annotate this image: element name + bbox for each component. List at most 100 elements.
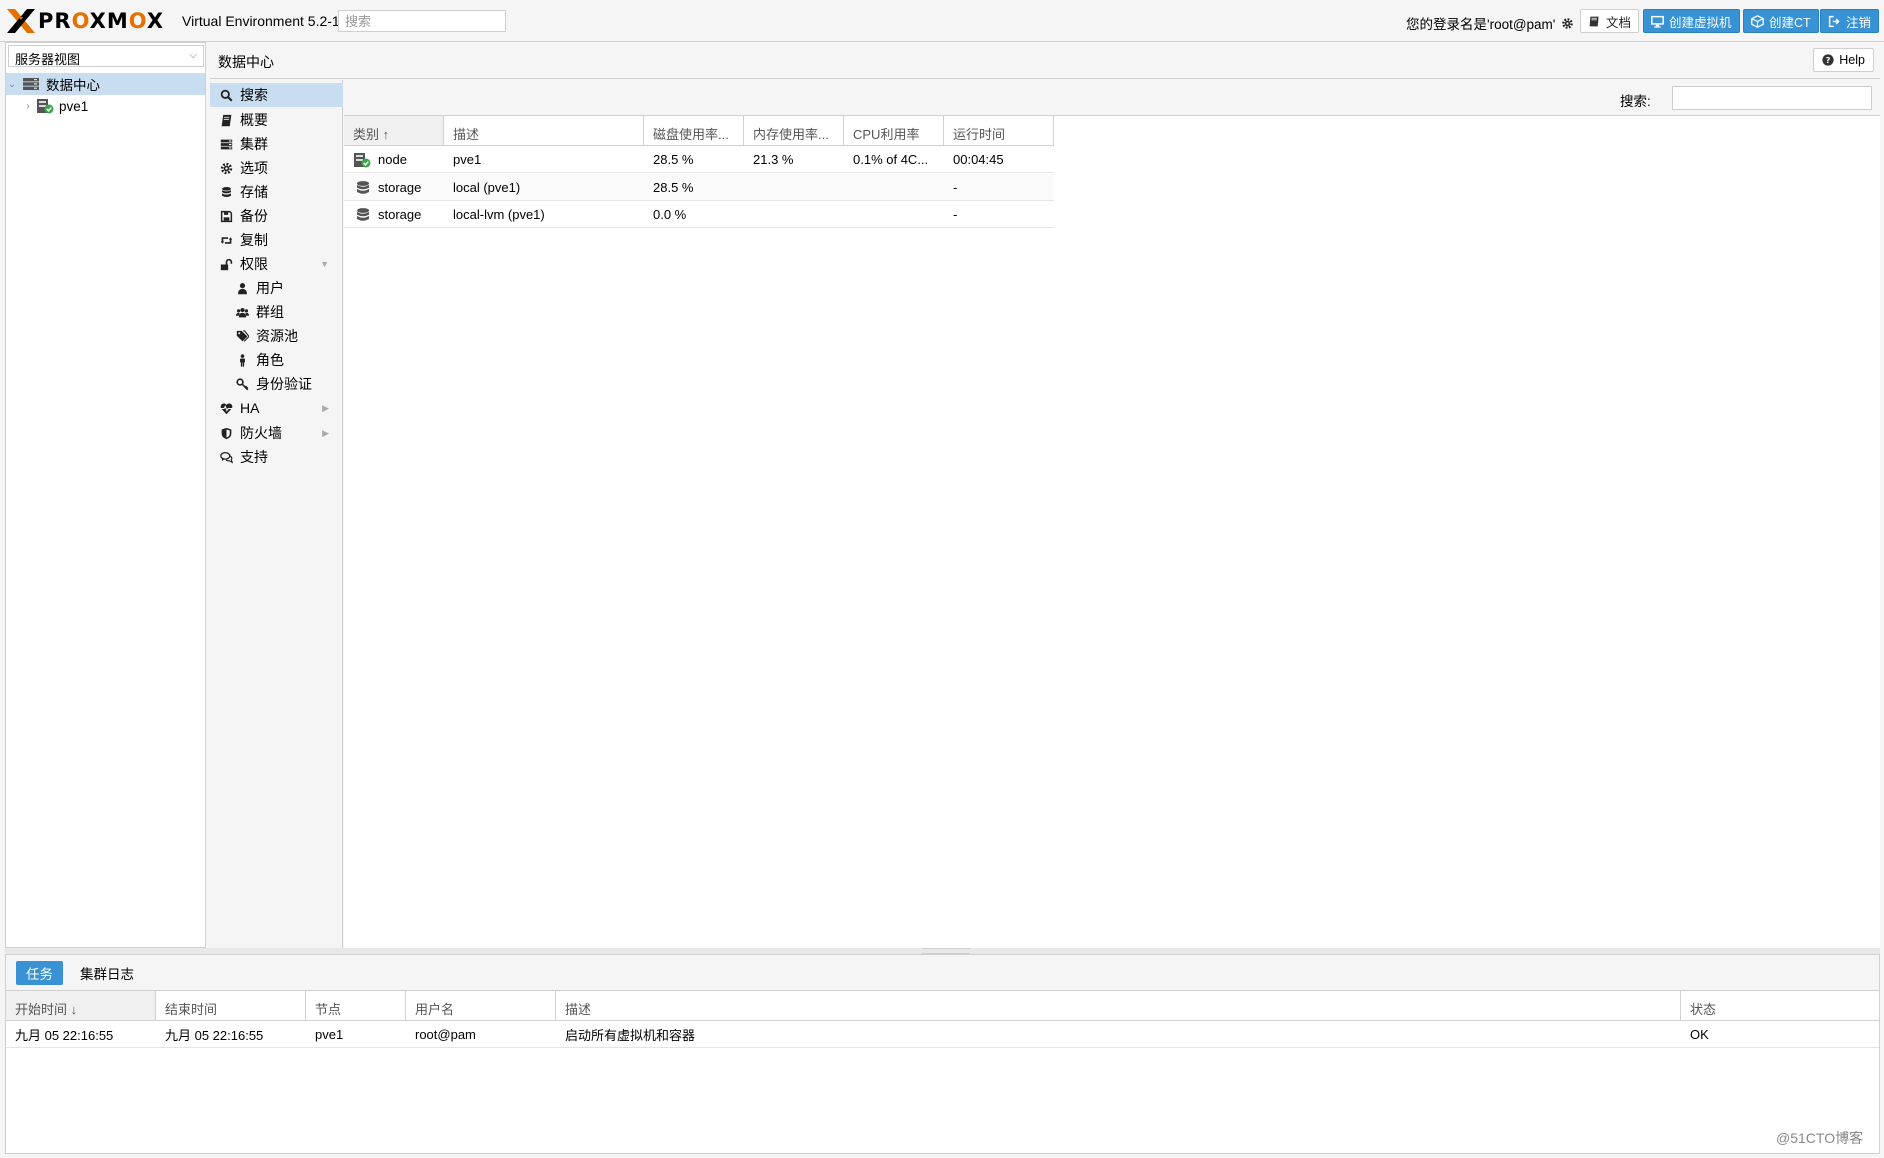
- logo-text-o2: O: [128, 9, 147, 33]
- table-row[interactable]: 九月 05 22:16:55 九月 05 22:16:55 pve1 root@…: [6, 1021, 1879, 1048]
- nav-item-options[interactable]: 选项: [210, 156, 343, 180]
- tree-item-pve1[interactable]: › pve1: [6, 95, 205, 117]
- column-header-user[interactable]: 用户名: [406, 991, 556, 1021]
- nav-item-groups[interactable]: 群组: [210, 300, 343, 324]
- cell-type-text: storage: [378, 180, 422, 195]
- desktop-icon: [1651, 15, 1664, 28]
- search-label: 搜索:: [1620, 94, 1651, 109]
- tab-cluster-log[interactable]: 集群日志: [70, 961, 144, 985]
- column-header-memory-usage[interactable]: 内存使用率...: [744, 116, 844, 146]
- page-title: 数据中心: [218, 54, 274, 70]
- users-icon: [235, 307, 249, 317]
- logo-text-c: X: [146, 9, 165, 33]
- logo-text-a: PR: [38, 9, 72, 33]
- nav-item-roles[interactable]: 角色: [210, 348, 343, 372]
- server-icon: [220, 139, 232, 149]
- column-header-start-time[interactable]: 开始时间 ↓: [6, 991, 156, 1021]
- nav-item-ha[interactable]: HA ▶: [210, 396, 343, 420]
- column-header-disk-usage[interactable]: 磁盘使用率...: [644, 116, 744, 146]
- book-icon: [1589, 16, 1599, 26]
- nav-item-label: 搜索: [240, 87, 268, 103]
- gear-icon[interactable]: [1561, 17, 1574, 30]
- tree-item-datacenter[interactable]: ⌄ 数据中心: [6, 73, 205, 95]
- comments-icon: [219, 451, 233, 463]
- book-icon: [221, 114, 231, 126]
- logo-text-b: XM: [89, 9, 129, 33]
- create-vm-button[interactable]: 创建虚拟机: [1643, 9, 1740, 33]
- logout-button[interactable]: 注销: [1820, 9, 1880, 33]
- create-ct-button-label: 创建CT: [1769, 15, 1811, 30]
- nav-item-pools[interactable]: 资源池: [210, 324, 343, 348]
- global-search-input[interactable]: [338, 10, 506, 32]
- datacenter-icon: [23, 78, 39, 90]
- column-header-uptime[interactable]: 运行时间: [944, 116, 1054, 146]
- cell-type: node: [344, 146, 444, 173]
- nav-item-backup[interactable]: 备份: [210, 204, 343, 228]
- create-ct-button[interactable]: 创建CT: [1743, 9, 1819, 33]
- tree-item-label: 数据中心: [46, 78, 100, 93]
- nav-item-authentication[interactable]: 身份验证: [210, 372, 343, 396]
- caret-right-icon[interactable]: ▶: [322, 428, 329, 439]
- database-icon: [357, 180, 369, 194]
- column-header-end-time[interactable]: 结束时间: [156, 991, 306, 1021]
- cell-description: local (pve1): [453, 180, 521, 195]
- view-select[interactable]: 服务器视图 ⌵: [8, 45, 204, 67]
- cell-memory: [744, 174, 844, 201]
- cell-end-time: 九月 05 22:16:55: [165, 1028, 264, 1043]
- heartbeat-icon: [220, 402, 232, 414]
- caret-right-icon[interactable]: ▶: [322, 403, 329, 414]
- nav-item-summary[interactable]: 概要: [210, 108, 343, 132]
- table-row[interactable]: storage local-lvm (pve1) 0.0 % -: [344, 201, 1054, 228]
- collapse-icon[interactable]: ⌄: [6, 79, 18, 90]
- cell-uptime: -: [953, 180, 958, 195]
- log-tab-bar: 任务 集群日志: [6, 955, 1879, 991]
- resource-tree-panel: 服务器视图 ⌵ ⌄ 数据中心 › pve1: [5, 42, 206, 948]
- node-online-icon: [37, 99, 54, 114]
- nav-item-cluster[interactable]: 集群: [210, 132, 343, 156]
- nav-item-support[interactable]: 支持: [210, 445, 343, 469]
- table-row[interactable]: node pve1 28.5 % 21.3 % 0.1% of 4C... 00…: [344, 146, 1054, 173]
- column-header-description[interactable]: 描述: [556, 991, 1681, 1021]
- cell-cpu: 0.1% of 4C...: [853, 152, 929, 167]
- docs-button-label: 文档: [1606, 15, 1632, 30]
- key-icon: [235, 377, 248, 390]
- cell-disk: 0.0 %: [653, 207, 687, 222]
- table-row[interactable]: storage local (pve1) 28.5 % -: [344, 174, 1054, 201]
- cell-type: storage: [344, 201, 444, 228]
- help-button[interactable]: ? Help: [1813, 48, 1874, 72]
- nav-item-users[interactable]: 用户: [210, 276, 343, 300]
- cell-status: OK: [1690, 1027, 1709, 1042]
- cell-type: storage: [344, 174, 444, 201]
- cell-uptime: -: [953, 207, 958, 222]
- nav-item-label: 权限: [240, 256, 268, 272]
- nav-item-firewall[interactable]: 防火墙 ▶: [210, 421, 343, 445]
- nav-item-permissions[interactable]: 权限 ▼: [210, 252, 343, 276]
- nav-item-storage[interactable]: 存储: [210, 180, 343, 204]
- content-header: 数据中心 ? Help: [210, 42, 1880, 79]
- column-header-description[interactable]: 描述: [444, 116, 644, 146]
- nav-item-search[interactable]: 搜索: [210, 83, 343, 107]
- proxmox-logo: PROXMOX: [6, 8, 164, 34]
- tab-tasks[interactable]: 任务: [16, 961, 63, 985]
- search-input[interactable]: [1672, 86, 1872, 110]
- column-header-node[interactable]: 节点: [306, 991, 406, 1021]
- cube-icon: [1751, 14, 1764, 28]
- caret-down-icon[interactable]: ▼: [320, 259, 329, 269]
- column-header-status[interactable]: 状态: [1681, 991, 1879, 1021]
- column-header-cpu-usage[interactable]: CPU利用率: [844, 116, 944, 146]
- column-header-type[interactable]: 类别 ↑: [344, 116, 444, 146]
- cell-cpu: [844, 201, 944, 228]
- docs-button[interactable]: 文档: [1580, 9, 1640, 33]
- cell-description: local-lvm (pve1): [453, 207, 545, 222]
- floppy-icon: [220, 210, 232, 222]
- unlock-icon: [220, 258, 232, 270]
- cell-description: 启动所有虚拟机和容器: [565, 1028, 696, 1043]
- logo-text-o1: O: [71, 9, 90, 33]
- cell-user: root@pam: [415, 1027, 476, 1042]
- search-icon: [220, 89, 233, 102]
- cell-description: pve1: [453, 152, 482, 167]
- nav-item-replication[interactable]: 复制: [210, 228, 343, 252]
- cell-type-text: node: [378, 152, 407, 167]
- expand-icon[interactable]: ›: [22, 101, 34, 112]
- nav-item-label: 用户: [256, 280, 284, 296]
